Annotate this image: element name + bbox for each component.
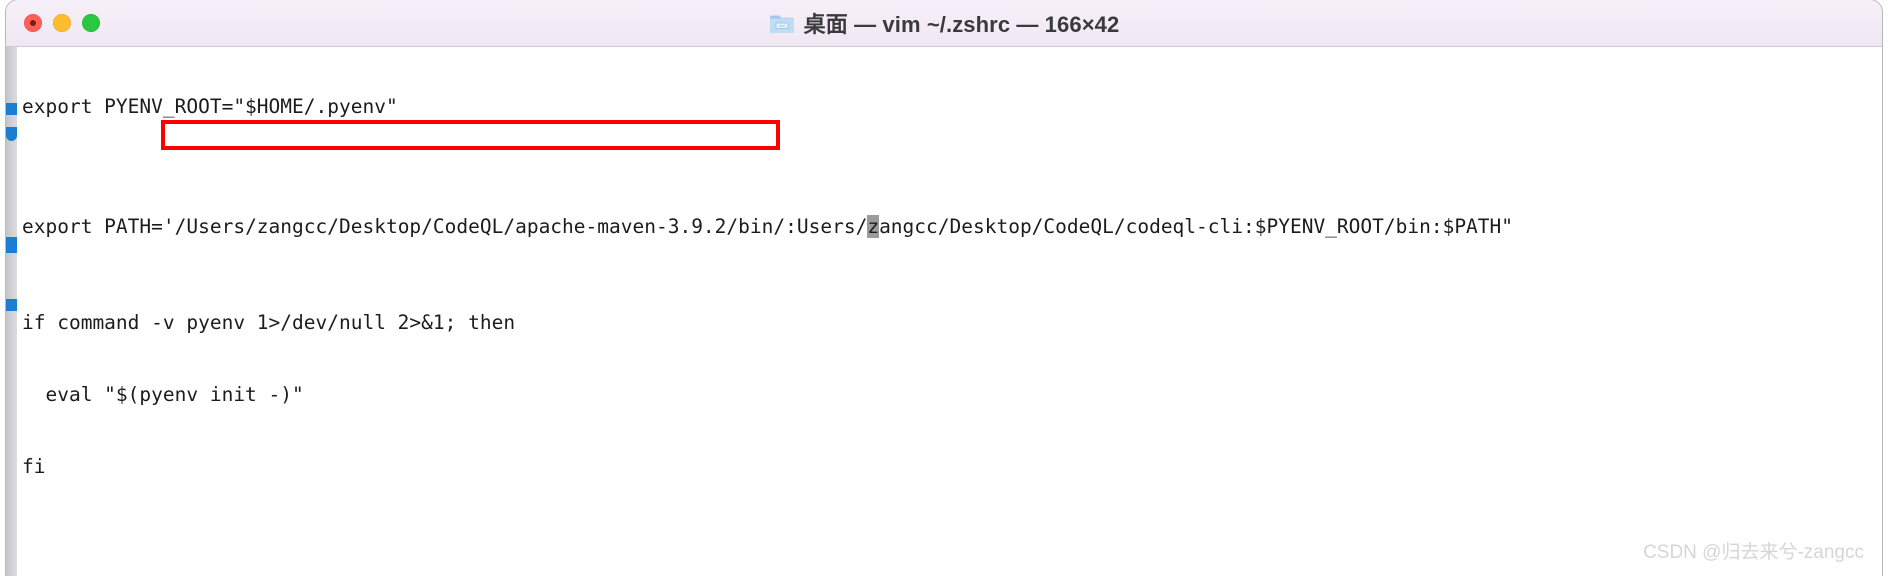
folder-icon <box>769 13 795 34</box>
minimize-window-button[interactable] <box>53 14 71 32</box>
scrollbar-marker <box>6 299 17 311</box>
code-line: eval "$(pyenv init -)" <box>22 383 304 406</box>
code-line: fi <box>22 455 46 478</box>
vertical-scrollbar[interactable] <box>6 47 17 576</box>
scrollbar-marker <box>6 103 17 115</box>
watermark-text: CSDN @归去来兮-zangcc <box>1643 542 1864 563</box>
text-cursor: z <box>867 215 880 238</box>
path-after-open: :Users/ <box>785 215 868 238</box>
vim-text-buffer[interactable]: export PYENV_ROOT="$HOME/.pyenv" export … <box>22 47 1882 576</box>
path-prefix: export PATH= <box>22 215 163 238</box>
path-after-cursor: angcc/Desktop/CodeQL/codeql-cli:$PYENV_R… <box>879 215 1514 238</box>
code-line: if command -v pyenv 1>/dev/null 2>&1; th… <box>22 311 516 334</box>
code-line-path: export PATH='/Users/zangcc/Desktop/CodeQ… <box>22 215 1882 239</box>
maximize-window-button[interactable] <box>82 14 100 32</box>
terminal-window: 桌面 — vim ~/.zshrc — 166×42 export PYENV_… <box>6 0 1882 576</box>
window-title-group: 桌面 — vim ~/.zshrc — 166×42 <box>6 7 1882 39</box>
traffic-light-buttons <box>24 0 100 46</box>
close-window-button[interactable] <box>24 14 42 32</box>
scrollbar-marker <box>6 237 17 253</box>
window-title-bar[interactable]: 桌面 — vim ~/.zshrc — 166×42 <box>6 0 1882 47</box>
code-line: export PYENV_ROOT="$HOME/.pyenv" <box>22 95 398 118</box>
window-title-text: 桌面 — vim ~/.zshrc — 166×42 <box>803 12 1120 37</box>
terminal-content-area[interactable]: export PYENV_ROOT="$HOME/.pyenv" export … <box>6 47 1882 576</box>
scrollbar-marker <box>6 127 17 141</box>
path-highlighted-segment: '/Users/zangcc/Desktop/CodeQL/apache-mav… <box>162 215 786 238</box>
